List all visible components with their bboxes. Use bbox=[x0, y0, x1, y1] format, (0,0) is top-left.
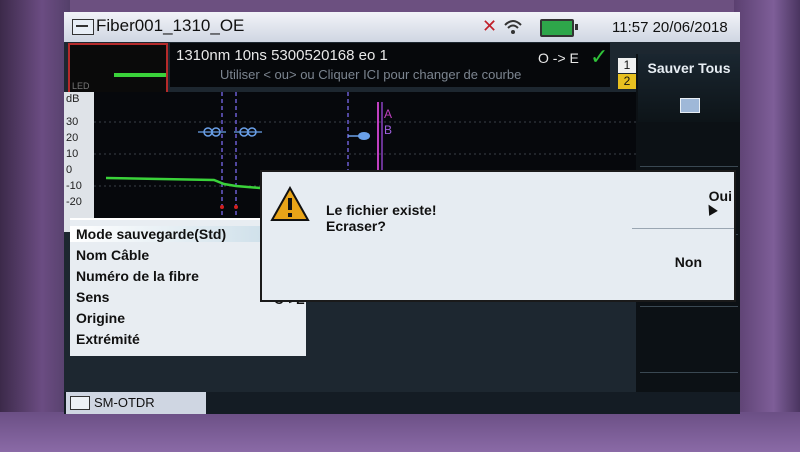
side-button-4[interactable] bbox=[640, 306, 738, 365]
window-title: Fiber001_1310_OE bbox=[96, 16, 245, 35]
wifi-icon bbox=[504, 20, 522, 34]
dialog-question: Ecraser? bbox=[326, 218, 386, 234]
y-tick: 0 bbox=[66, 164, 73, 176]
dialog-message: Le fichier existe! bbox=[326, 202, 437, 218]
y-unit: dB bbox=[66, 93, 80, 105]
trace-thumbnail[interactable]: LED bbox=[68, 43, 168, 95]
device-screen: Fiber001_1310_OE ✕ 11:57 20/06/2018 LED … bbox=[64, 12, 740, 414]
connector-event-icon bbox=[234, 127, 262, 137]
menu-item-sens[interactable]: Sens bbox=[76, 289, 109, 305]
end-event-icon bbox=[348, 132, 370, 140]
device-bezel-right bbox=[734, 0, 800, 452]
y-tick: -10 bbox=[66, 180, 82, 192]
trace-selector-1[interactable]: 1 bbox=[618, 58, 636, 73]
thumbnail-trace bbox=[114, 73, 166, 77]
y-tick: 10 bbox=[66, 148, 79, 160]
check-icon: ✓ bbox=[590, 44, 609, 69]
event-dot bbox=[220, 205, 224, 209]
measurement-parameters: 1310nm 10ns 5300520168 eo 1 bbox=[176, 47, 388, 64]
trace-switch-hint[interactable]: Utiliser < ou> ou Cliquer ICI pour chang… bbox=[220, 67, 521, 82]
network-disconnected-icon: ✕ bbox=[482, 16, 498, 36]
marker-a-label: A bbox=[384, 107, 392, 121]
event-dot bbox=[234, 205, 238, 209]
device-bezel-bottom bbox=[0, 412, 800, 452]
y-tick: 20 bbox=[66, 132, 79, 144]
direction-label: O -> E bbox=[538, 50, 579, 66]
clock: 11:57 20/06/2018 bbox=[612, 19, 728, 36]
menu-item-mode-sauvegarde[interactable]: Mode sauvegarde(Std) bbox=[70, 226, 266, 242]
title-bar: Fiber001_1310_OE ✕ 11:57 20/06/2018 bbox=[64, 12, 740, 42]
save-icon bbox=[680, 98, 700, 113]
y-axis: dB 30 20 10 0 -10 -20 bbox=[64, 92, 94, 232]
marker-b-label: B bbox=[384, 123, 392, 137]
thumbnail-label: LED bbox=[72, 81, 90, 91]
yes-button[interactable]: Oui bbox=[642, 188, 732, 210]
menu-item-numero-fibre[interactable]: Numéro de la fibre bbox=[76, 268, 199, 284]
mode-tab-sm-otdr[interactable]: SM-OTDR bbox=[66, 392, 206, 414]
mode-label: SM-OTDR bbox=[94, 395, 155, 410]
otdr-mode-icon bbox=[70, 396, 90, 410]
menu-item-origine[interactable]: Origine bbox=[76, 310, 125, 326]
menu-item-nom-cable[interactable]: Nom Câble bbox=[76, 247, 149, 263]
no-button[interactable]: Non bbox=[642, 254, 702, 276]
menu-item-extremite[interactable]: Extrémité bbox=[76, 331, 140, 347]
y-tick: -20 bbox=[66, 196, 82, 208]
dialog-button-divider bbox=[632, 228, 734, 229]
save-all-button[interactable]: Sauver Tous bbox=[638, 54, 740, 122]
overwrite-dialog: Le fichier existe! Ecraser? Oui Non bbox=[260, 170, 736, 302]
trace-selector-2[interactable]: 2 bbox=[618, 74, 636, 89]
battery-icon bbox=[540, 19, 578, 37]
y-tick: 30 bbox=[66, 116, 79, 128]
file-icon bbox=[72, 19, 94, 35]
warning-icon bbox=[270, 186, 310, 221]
save-all-label: Sauver Tous bbox=[647, 60, 731, 76]
device-bezel-left bbox=[0, 0, 70, 452]
